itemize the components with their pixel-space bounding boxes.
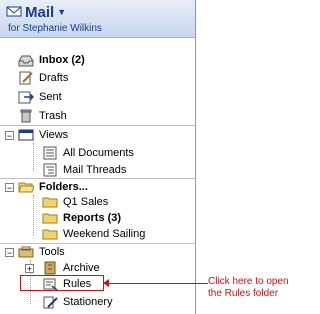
callout-arrow-icon <box>103 279 109 287</box>
folder-open-icon <box>18 180 34 194</box>
nav-item-q1-sales[interactable]: Q1 Sales <box>42 194 108 210</box>
callout-arrow-line <box>106 283 208 284</box>
navigator-pane: Mail ▼ for Stephanie Wilkins Inbox (2) D… <box>0 0 196 314</box>
sent-icon <box>18 90 34 104</box>
nav-item-sent[interactable]: Sent <box>18 89 62 105</box>
nav-item-drafts[interactable]: Drafts <box>18 70 68 86</box>
folder-icon <box>42 227 58 241</box>
archive-icon <box>42 261 58 275</box>
nav-item-label: Archive <box>63 262 100 274</box>
nav-item-label: Tools <box>39 246 65 258</box>
nav-item-label: Sent <box>39 91 62 103</box>
nav-item-label: All Documents <box>63 147 134 159</box>
folders-collapse-toggle[interactable]: − <box>5 183 14 193</box>
nav-item-mail-threads[interactable]: Mail Threads <box>42 162 126 178</box>
stationery-icon <box>42 295 58 309</box>
nav-item-views[interactable]: Views <box>18 127 68 143</box>
chevron-down-icon[interactable]: ▼ <box>57 7 66 17</box>
folder-icon <box>42 195 58 209</box>
nav-item-all-documents[interactable]: All Documents <box>42 145 134 161</box>
nav-item-archive[interactable]: Archive <box>42 260 100 276</box>
archive-expand-toggle[interactable]: + <box>25 264 34 274</box>
inbox-icon <box>18 53 34 67</box>
nav-item-label: Views <box>39 129 69 141</box>
nav-item-label: Inbox (2) <box>39 54 85 66</box>
views-collapse-toggle[interactable]: − <box>5 131 14 141</box>
nav-item-label: Drafts <box>39 72 69 84</box>
drafts-icon <box>18 71 34 85</box>
tools-icon <box>18 245 34 259</box>
nav-item-label: Weekend Sailing <box>63 228 146 240</box>
mail-header: Mail ▼ for Stephanie Wilkins <box>0 0 195 38</box>
nav-item-label: Trash <box>39 110 67 122</box>
tree-line <box>33 195 34 235</box>
mail-owner: for Stephanie Wilkins <box>8 23 102 34</box>
mail-envelope-icon <box>6 4 22 21</box>
nav-item-reports[interactable]: Reports (3) <box>42 210 121 226</box>
tools-collapse-toggle[interactable]: − <box>5 248 14 258</box>
divider <box>0 125 195 126</box>
nav-item-label: Reports (3) <box>63 212 122 224</box>
nav-item-inbox[interactable]: Inbox (2) <box>18 52 85 68</box>
mail-title-row[interactable]: Mail ▼ <box>6 3 195 21</box>
nav-item-label: Q1 Sales <box>63 196 109 208</box>
nav-item-label: Stationery <box>63 296 113 308</box>
folder-icon <box>42 211 58 225</box>
nav-item-trash[interactable]: Trash <box>18 108 67 124</box>
view-icon <box>42 146 58 160</box>
views-icon <box>18 128 34 142</box>
nav-item-folders[interactable]: Folders... <box>18 179 88 195</box>
mail-title: Mail <box>25 3 55 21</box>
view-icon <box>42 163 58 177</box>
callout-text: Click here to open the Rules folder <box>208 276 289 299</box>
nav-item-tools[interactable]: Tools <box>18 244 65 260</box>
nav-item-label: Folders... <box>39 181 88 193</box>
nav-item-weekend-sailing[interactable]: Weekend Sailing <box>42 226 145 242</box>
tree-line <box>33 143 34 171</box>
nav-item-stationery[interactable]: Stationery <box>42 294 113 310</box>
nav-item-label: Mail Threads <box>63 164 127 176</box>
trash-icon <box>18 109 34 123</box>
rules-highlight-box <box>20 275 104 291</box>
